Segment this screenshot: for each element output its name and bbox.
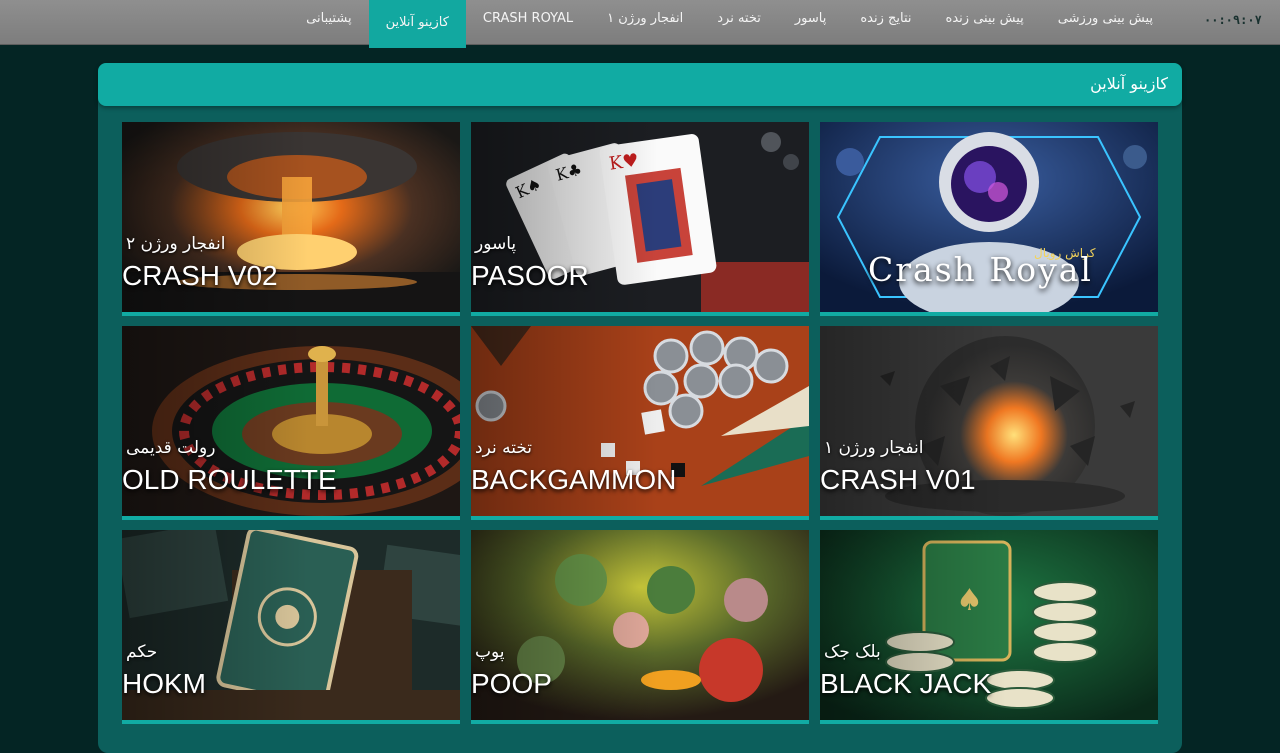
game-title-fa: انفجار ورژن ۲ [126,234,226,254]
panel-header: کازینو آنلاین [98,63,1182,106]
nav-online-casino[interactable]: کازینو آنلاین [368,0,466,48]
nav-pasoor[interactable]: پاسور [778,0,843,44]
game-card-crash-royal[interactable]: کراش رویال Crash Royal [820,122,1158,316]
game-title-en: CRASH V02 [122,260,278,291]
nav-sports-betting[interactable]: پیش بینی ورزشی [1041,0,1170,44]
game-card-crash-v02[interactable]: انفجار ورژن ۲ CRASH V02 [122,122,460,316]
game-title-fa: پوپ [475,642,505,662]
game-card-poop[interactable]: پوپ POOP [471,530,809,724]
game-title-fa: تخته نرد [475,438,533,458]
game-title-en: PASOOR [471,260,589,291]
top-navigation-bar: ۰۰:۰۹:۰۷ پیش بینی ورزشی پیش بینی زنده نت… [0,0,1280,48]
game-title-fa: پاسور [475,234,517,254]
crash-royal-logo: Crash Royal [868,250,1093,289]
nav-support[interactable]: پشتیبانی [289,0,368,44]
nav-live-betting[interactable]: پیش بینی زنده [929,0,1041,44]
casino-panel: کازینو آنلاین انفجار ورژن ۲ CRASH V02 پا… [98,63,1182,753]
game-title-en: BACKGAMMON [471,464,677,495]
game-title-en: BLACK JACK [820,668,992,699]
clock: ۰۰:۰۹:۰۷ [1204,13,1262,27]
game-title-fa: انفجار ورژن ۱ [824,438,924,458]
game-card-hokm[interactable]: حکم HOKM [122,530,460,724]
game-title-fa: بلک جک [824,642,881,662]
game-card-pasoor[interactable]: K♠ K♣ K♥ پاسور PASOOR [471,122,809,316]
game-card-backgammon[interactable]: تخته نرد BACKGAMMON [471,326,809,520]
nav-crash-royal[interactable]: CRASH ROYAL [466,0,590,44]
game-title-en: HOKM [122,668,206,699]
game-title-en: POOP [471,668,552,699]
game-title-en: OLD ROULETTE [122,464,337,495]
nav-live-results[interactable]: نتایج زنده [843,0,928,44]
game-card-old-roulette[interactable]: رولت قدیمی OLD ROULETTE [122,326,460,520]
game-title-en: CRASH V01 [820,464,976,495]
main-nav: پیش بینی ورزشی پیش بینی زنده نتایج زنده … [289,0,1170,48]
panel-title: کازینو آنلاین [1090,74,1168,93]
nav-crash-v1[interactable]: انفجار ورژن ۱ [590,0,700,44]
nav-backgammon[interactable]: تخته نرد [700,0,778,44]
game-card-black-jack[interactable]: ♠ بلک جک BLACK JACK [820,530,1158,724]
game-card-crash-v01[interactable]: انفجار ورژن ۱ CRASH V01 [820,326,1158,520]
game-title-fa: حکم [126,642,158,662]
game-title-fa: رولت قدیمی [126,438,216,458]
